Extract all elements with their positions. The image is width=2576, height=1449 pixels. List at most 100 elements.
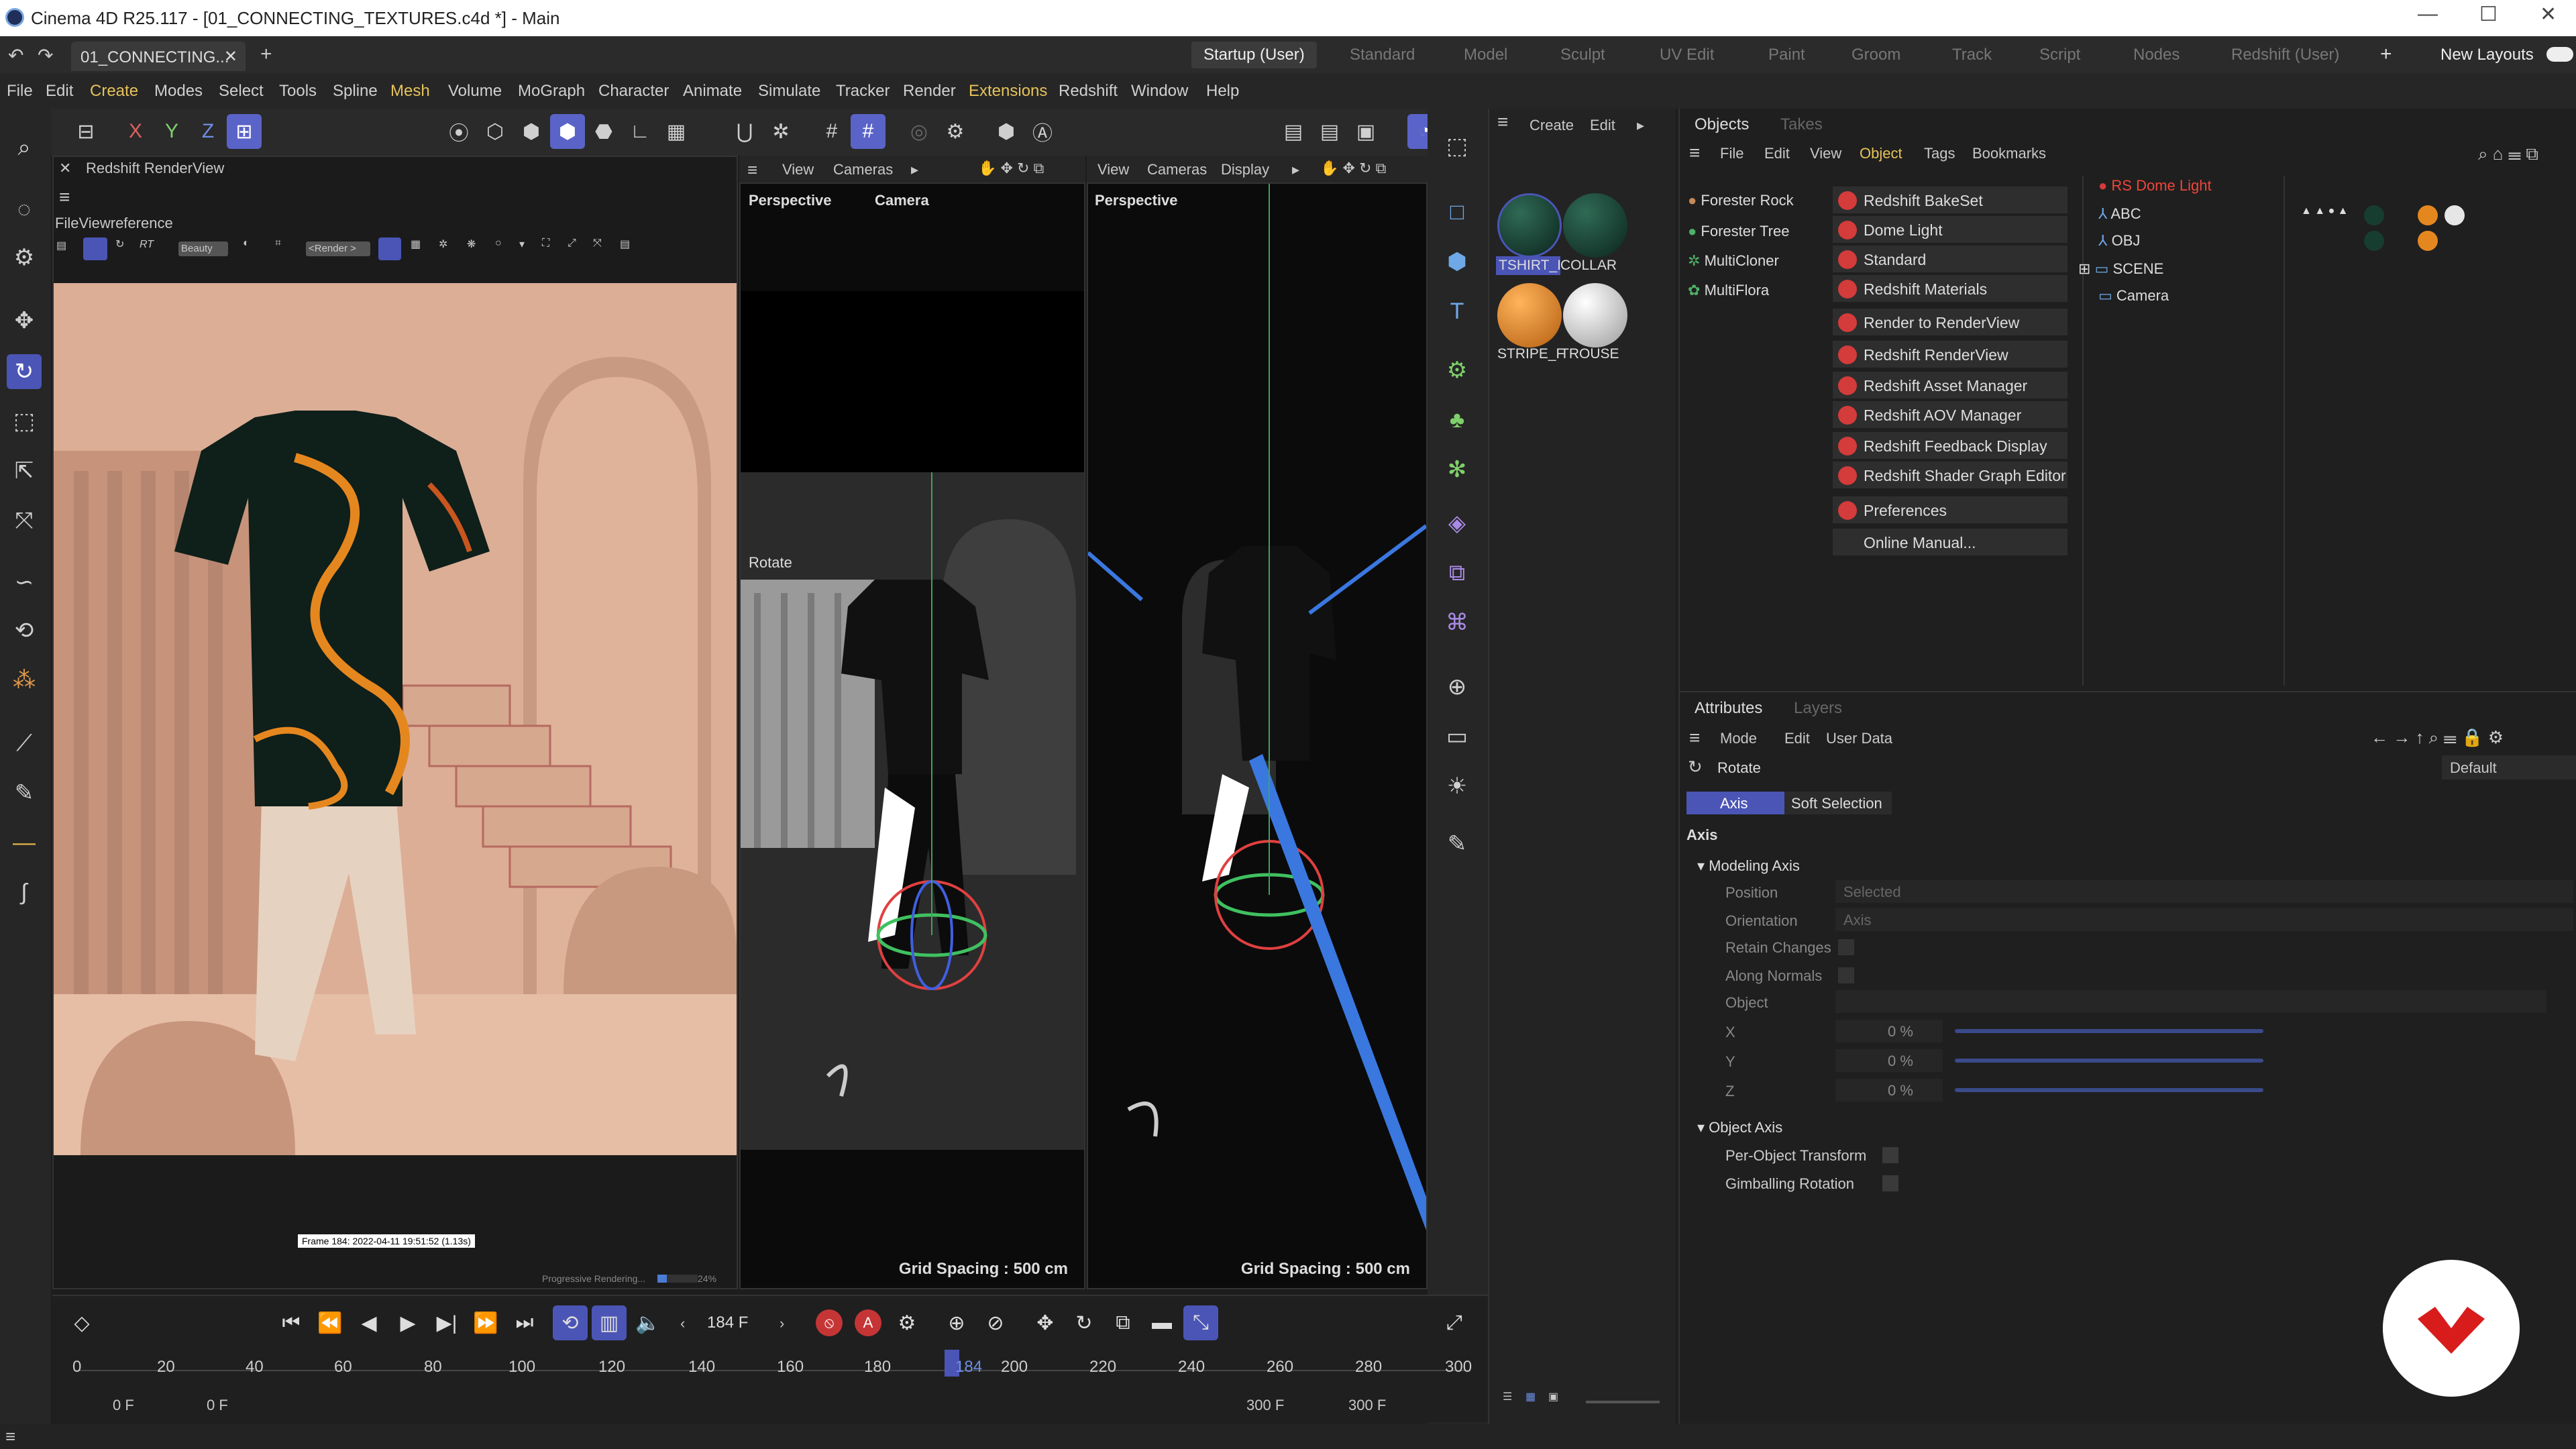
close-tab-icon[interactable]: ✕ xyxy=(224,47,237,66)
axis-mode-icon[interactable]: ∟ xyxy=(623,114,657,149)
menu-simulate[interactable]: Simulate xyxy=(758,82,820,101)
primitive-cube-icon[interactable]: ⬢ xyxy=(1440,244,1474,279)
tab-objects[interactable]: Objects xyxy=(1695,115,1749,134)
menu-animate[interactable]: Animate xyxy=(683,82,742,101)
generator-icon[interactable]: ⚙ xyxy=(1440,353,1474,388)
redshift-menu-dome-light[interactable]: Dome Light xyxy=(1833,216,2068,243)
snap-grid-icon[interactable]: # xyxy=(814,114,849,149)
subtab-axis[interactable]: Axis xyxy=(1686,792,1784,814)
menu-create[interactable]: Create xyxy=(90,82,138,101)
deformer-icon[interactable]: ✻ xyxy=(1440,452,1474,487)
tab-attributes[interactable]: Attributes xyxy=(1695,699,1762,718)
redshift-menu-preferences[interactable]: Preferences xyxy=(1833,496,2068,523)
objects-hamburger-icon[interactable]: ≡ xyxy=(1689,142,1700,164)
interpolation-icon[interactable]: ▬ xyxy=(1144,1305,1179,1340)
selection-settings-icon[interactable]: ⚙ xyxy=(7,240,42,275)
layout-tab-nodes[interactable]: Nodes xyxy=(2133,46,2180,64)
render-to-picture-viewer-icon[interactable]: ▤ xyxy=(1312,114,1347,149)
redshift-menu-materials[interactable]: Redshift Materials xyxy=(1833,275,2068,302)
start-frame-field[interactable]: 0 F xyxy=(113,1397,134,1414)
modeling-axis-group[interactable]: ▾ Modeling Axis xyxy=(1697,857,1800,875)
menu-modes[interactable]: Modes xyxy=(154,82,203,101)
redshift-menu-renderview[interactable]: Redshift RenderView xyxy=(1833,341,2068,368)
tag-collar-material[interactable] xyxy=(2364,231,2384,251)
next-frame-icon[interactable]: ▶| xyxy=(429,1305,464,1340)
layout-tab-sculpt[interactable]: Sculpt xyxy=(1560,46,1605,64)
menu-help[interactable]: Help xyxy=(1206,82,1239,101)
rt-icon[interactable]: RT xyxy=(140,239,154,251)
thumbnail-size-slider[interactable] xyxy=(1586,1401,1660,1403)
spline-sketch-icon[interactable]: ∫ xyxy=(7,875,42,910)
viewport2-display-menu[interactable]: Display xyxy=(1221,161,1269,178)
circle-icon[interactable]: ○ xyxy=(495,237,502,250)
objects-menu-file[interactable]: File xyxy=(1720,145,1743,162)
undo-view-icon[interactable]: ⊟ xyxy=(68,114,103,149)
z-axis-lock-icon[interactable]: Z xyxy=(191,114,225,149)
crop-icon[interactable]: ⌗ xyxy=(275,237,281,250)
large-view-icon[interactable]: ▣ xyxy=(1548,1390,1558,1403)
fps-icon[interactable]: ▥ xyxy=(592,1305,627,1340)
material-create-menu[interactable]: Create xyxy=(1529,117,1574,134)
attributes-menu-mode[interactable]: Mode xyxy=(1720,730,1757,747)
along-normals-checkbox[interactable] xyxy=(1838,967,1854,983)
tree-rs-dome-light[interactable]: ● RS Dome Light xyxy=(2098,177,2212,195)
minimize-icon[interactable]: — xyxy=(2418,3,2438,25)
edges-mode-icon[interactable]: ⬡ xyxy=(478,114,513,149)
add-layout-icon[interactable]: + xyxy=(2380,43,2392,66)
loop-tool-icon[interactable]: ⟲ xyxy=(7,613,42,648)
aov-dropdown[interactable]: Beauty xyxy=(178,241,228,256)
redshift-menu-online-manual[interactable]: Online Manual... xyxy=(1833,529,2068,555)
coordinate-system-icon[interactable]: ⊞ xyxy=(227,114,262,149)
tab-layers[interactable]: Layers xyxy=(1794,699,1842,718)
camera-icon[interactable]: ▭ xyxy=(1440,719,1474,754)
objects-menu-tags[interactable]: Tags xyxy=(1924,145,1955,162)
render-view-icon[interactable]: ▤ xyxy=(1276,114,1311,149)
autokey-icon[interactable]: A xyxy=(851,1305,885,1340)
tag-stripe2-material[interactable] xyxy=(2418,231,2438,251)
key-param-icon[interactable]: ↻ xyxy=(1067,1305,1102,1340)
objects-search-icon[interactable]: ⌕ ⌂ ☰ ⧉ xyxy=(2478,144,2538,165)
grid-icon[interactable]: ▦ xyxy=(411,237,421,251)
edit-render-settings-icon[interactable]: ▣ xyxy=(1348,114,1383,149)
tree-abc[interactable]: ⅄ ABC xyxy=(2098,205,2141,223)
close-renderview-icon[interactable]: ✕ xyxy=(59,160,71,177)
snapshot-icon[interactable]: ✲ xyxy=(439,237,447,251)
search-icon[interactable]: ⌕ xyxy=(7,130,42,165)
go-to-end-icon[interactable]: ⏭ xyxy=(507,1305,542,1340)
viewport1-view-menu[interactable]: View xyxy=(782,161,814,178)
color-picker-icon[interactable]: ◐ xyxy=(243,237,250,250)
magnet-snap-icon[interactable]: ⋃ xyxy=(727,114,762,149)
add-tab-icon[interactable]: + xyxy=(260,43,272,66)
status-hamburger-icon[interactable]: ≡ xyxy=(5,1426,15,1447)
attributes-hamburger-icon[interactable]: ≡ xyxy=(1689,727,1700,749)
menu-volume[interactable]: Volume xyxy=(448,82,502,101)
field-icon[interactable]: ◈ xyxy=(1440,506,1474,541)
y-field[interactable]: 0 % xyxy=(1835,1049,1943,1072)
attributes-nav-icons[interactable]: ← → ↑ ⌕ ☰ 🔒 ⚙ xyxy=(2371,727,2504,749)
refresh-icon[interactable]: ↻ xyxy=(115,237,124,251)
viewport1-more-icon[interactable]: ▸ xyxy=(911,161,918,178)
retain-changes-checkbox[interactable] xyxy=(1838,939,1854,955)
material-stripe-swatch[interactable] xyxy=(1497,283,1562,347)
layout-tab-startup[interactable]: Startup (User) xyxy=(1191,42,1317,68)
tag-stripe-material[interactable] xyxy=(2418,205,2438,225)
redshift-menu-bakeset[interactable]: Redshift BakeSet xyxy=(1833,186,2068,213)
material-hamburger-icon[interactable]: ≡ xyxy=(1497,111,1508,133)
keyframe-selection-icon[interactable]: ⚙ xyxy=(890,1305,924,1340)
x-axis-lock-icon[interactable]: X xyxy=(118,114,153,149)
redshift-menu-render-to-renderview[interactable]: Render to RenderView xyxy=(1833,309,2068,335)
viewport1[interactable]: Perspective Camera Rotate Grid Spacing :… xyxy=(739,182,1085,1289)
material-edit-menu[interactable]: Edit xyxy=(1590,117,1615,134)
y-slider[interactable] xyxy=(1955,1059,2263,1063)
polygons-mode-icon[interactable]: ⬢ xyxy=(514,114,549,149)
z-slider[interactable] xyxy=(1955,1088,2263,1092)
tree-scene[interactable]: ⊞ ▭ SCENE xyxy=(2078,260,2163,278)
camera-object-icon[interactable]: ⬚ xyxy=(1440,129,1474,164)
scale-tool-icon[interactable]: ⬚ xyxy=(7,404,42,439)
redshift-menu-shader-graph-editor[interactable]: Redshift Shader Graph Editor xyxy=(1833,462,2068,488)
current-frame-field[interactable]: 184 F xyxy=(707,1313,748,1332)
render-start-icon[interactable] xyxy=(83,237,107,260)
redshift-menu-standard[interactable]: Standard xyxy=(1833,246,2068,272)
menu-mograph[interactable]: MoGraph xyxy=(518,82,585,101)
snap-enable-icon[interactable]: # xyxy=(851,114,885,149)
